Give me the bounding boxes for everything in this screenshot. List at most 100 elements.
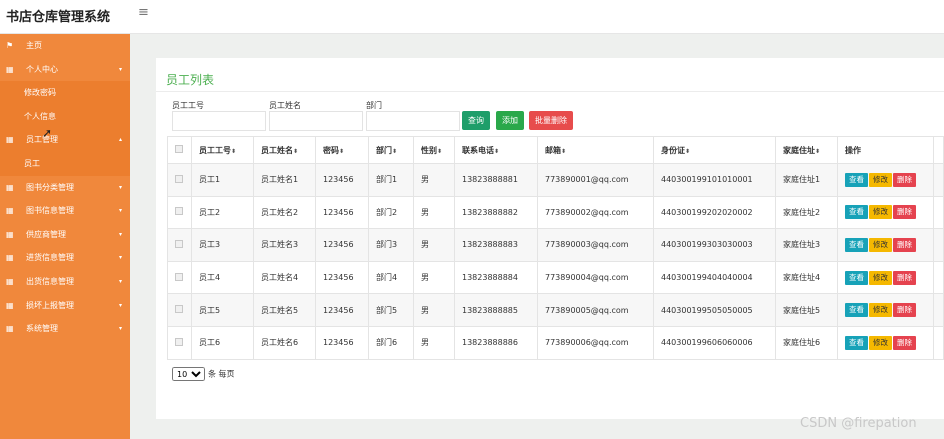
- sidebar-item-10[interactable]: ▦ 出货信息管理 ▾: [0, 270, 130, 294]
- grid-icon: ▦: [6, 206, 14, 216]
- select-all-cell[interactable]: [167, 136, 192, 164]
- sort-icon[interactable]: ⬍: [815, 148, 820, 155]
- sidebar-item-label: 出货信息管理: [26, 276, 74, 286]
- hamburger-menu-icon[interactable]: ≡: [138, 5, 149, 20]
- edit-button[interactable]: 修改: [869, 205, 892, 220]
- row-checkbox[interactable]: [175, 174, 183, 183]
- select-all-checkbox[interactable]: [175, 145, 183, 153]
- employee-name-input[interactable]: [269, 111, 363, 131]
- table-row: 员工5 员工姓名5 123456 部门5 男 13823888885 773890005@q…: [167, 293, 944, 327]
- sidebar-item-9[interactable]: ▦ 进货信息管理 ▾: [0, 246, 130, 270]
- sidebar-item-2[interactable]: 修改密码: [0, 81, 130, 105]
- column-header-label: 员工工号: [199, 145, 231, 155]
- row-checkbox[interactable]: [175, 272, 183, 281]
- column-header-label: 操作: [845, 145, 861, 155]
- page-size-select[interactable]: 10: [172, 367, 205, 381]
- row-checkbox[interactable]: [175, 207, 183, 216]
- row-checkbox[interactable]: [175, 337, 183, 346]
- employee-id-input[interactable]: [172, 111, 266, 131]
- sidebar-item-3[interactable]: 个人信息: [0, 104, 130, 129]
- edit-button[interactable]: 修改: [869, 172, 892, 187]
- delete-button[interactable]: 删除: [893, 172, 916, 187]
- table-cell: 男: [413, 195, 455, 230]
- column-header[interactable]: 性别⬍: [413, 136, 455, 164]
- table-cell: 440300199505050005: [653, 293, 776, 327]
- row-checkbox[interactable]: [175, 239, 183, 248]
- table-cell: 员工姓名1: [253, 163, 316, 197]
- column-header[interactable]: 联系电话⬍: [454, 136, 538, 164]
- delete-button[interactable]: 删除: [893, 303, 916, 318]
- row-checkbox[interactable]: [175, 305, 183, 314]
- sort-icon[interactable]: ⬍: [293, 148, 298, 155]
- sidebar-item-12[interactable]: ▦ 系统管理 ▾: [0, 317, 130, 341]
- sort-icon[interactable]: ⬍: [231, 148, 236, 155]
- view-button[interactable]: 查看: [845, 303, 868, 318]
- add-button[interactable]: 添加: [496, 111, 524, 130]
- row-select-cell[interactable]: [167, 260, 192, 295]
- column-header-label: 密码: [323, 145, 339, 155]
- chevron-icon: ▾: [118, 183, 122, 191]
- edit-button[interactable]: 修改: [869, 270, 892, 285]
- column-header[interactable]: 部门⬍: [368, 136, 414, 164]
- column-header-label: 员工姓名: [261, 145, 293, 155]
- delete-button[interactable]: 删除: [893, 270, 916, 285]
- sidebar-item-1[interactable]: ▦ 个人中心 ▾: [0, 58, 130, 82]
- sidebar-item-8[interactable]: ▦ 供应商管理 ▾: [0, 223, 130, 247]
- column-header-label: 部门: [376, 145, 392, 155]
- sidebar: ⚑ 主页 ▦ 个人中心 ▾ 修改密码 个人信息 ▦ 员工管理 ▴ 员工 ▦ 图书分类管理 ▾ ▦ 图书信息管理…: [0, 34, 130, 439]
- view-button[interactable]: 查看: [845, 205, 868, 220]
- view-button[interactable]: 查看: [845, 237, 868, 252]
- row-select-cell[interactable]: [167, 195, 192, 230]
- view-button[interactable]: 查看: [845, 335, 868, 350]
- sort-icon[interactable]: ⬍: [561, 148, 566, 155]
- delete-button[interactable]: 删除: [893, 237, 916, 252]
- sidebar-item-7[interactable]: ▦ 图书信息管理 ▾: [0, 199, 130, 223]
- row-filler-cell: [933, 293, 944, 327]
- sidebar-item-11[interactable]: ▦ 损坏上报管理 ▾: [0, 294, 130, 318]
- view-button[interactable]: 查看: [845, 270, 868, 285]
- chevron-icon: ▴: [118, 136, 122, 144]
- sort-icon[interactable]: ⬍: [437, 148, 442, 155]
- edit-button[interactable]: 修改: [869, 335, 892, 350]
- sidebar-item-5[interactable]: 员工: [0, 151, 130, 176]
- department-input[interactable]: [366, 111, 460, 131]
- table-cell: 家庭住址1: [775, 163, 838, 197]
- edit-button[interactable]: 修改: [869, 237, 892, 252]
- column-header[interactable]: 邮箱⬍: [537, 136, 654, 164]
- table-header-row: 员工工号⬍ 员工姓名⬍ 密码⬍ 部门⬍ 性别⬍ 联系电话⬍ 邮箱⬍ 身份证⬍ 家庭住址⬍ 操作: [167, 136, 944, 164]
- table-cell: 773890001@qq.com: [537, 163, 654, 197]
- query-button[interactable]: 查询: [462, 111, 490, 130]
- column-header[interactable]: 身份证⬍: [653, 136, 776, 164]
- sidebar-item-4[interactable]: ▦ 员工管理 ▴: [0, 128, 130, 152]
- row-select-cell[interactable]: [167, 228, 192, 262]
- table-cell: 部门3: [368, 228, 414, 262]
- sidebar-item-label: 图书分类管理: [26, 182, 74, 192]
- sidebar-item-6[interactable]: ▦ 图书分类管理 ▾: [0, 176, 130, 200]
- table-row: 员工6 员工姓名6 123456 部门6 男 13823888886 773890006@q…: [167, 325, 944, 360]
- table-cell: 家庭住址2: [775, 195, 838, 230]
- watermark: CSDN @firepation: [800, 416, 917, 431]
- sidebar-item-label: 进货信息管理: [26, 253, 74, 263]
- delete-button[interactable]: 删除: [893, 205, 916, 220]
- view-button[interactable]: 查看: [845, 172, 868, 187]
- row-select-cell[interactable]: [167, 163, 192, 197]
- row-select-cell[interactable]: [167, 293, 192, 327]
- sidebar-item-label: 图书信息管理: [26, 206, 74, 216]
- sort-icon[interactable]: ⬍: [392, 148, 397, 155]
- column-header[interactable]: 员工姓名⬍: [253, 136, 316, 164]
- sort-icon[interactable]: ⬍: [494, 148, 499, 155]
- sort-icon[interactable]: ⬍: [339, 148, 344, 155]
- edit-button[interactable]: 修改: [869, 303, 892, 318]
- table-cell: 员工1: [191, 163, 254, 197]
- sort-icon[interactable]: ⬍: [685, 148, 690, 155]
- batch-delete-button[interactable]: 批量删除: [529, 111, 573, 130]
- row-select-cell[interactable]: [167, 325, 192, 360]
- row-filler-cell: [933, 325, 944, 360]
- table-cell: 773890003@qq.com: [537, 228, 654, 262]
- page-title: 员工列表: [166, 73, 215, 87]
- column-header[interactable]: 家庭住址⬍: [775, 136, 838, 164]
- column-header[interactable]: 员工工号⬍: [191, 136, 254, 164]
- column-header[interactable]: 密码⬍: [315, 136, 369, 164]
- delete-button[interactable]: 删除: [893, 335, 916, 350]
- sidebar-item-0[interactable]: ⚑ 主页: [0, 34, 130, 58]
